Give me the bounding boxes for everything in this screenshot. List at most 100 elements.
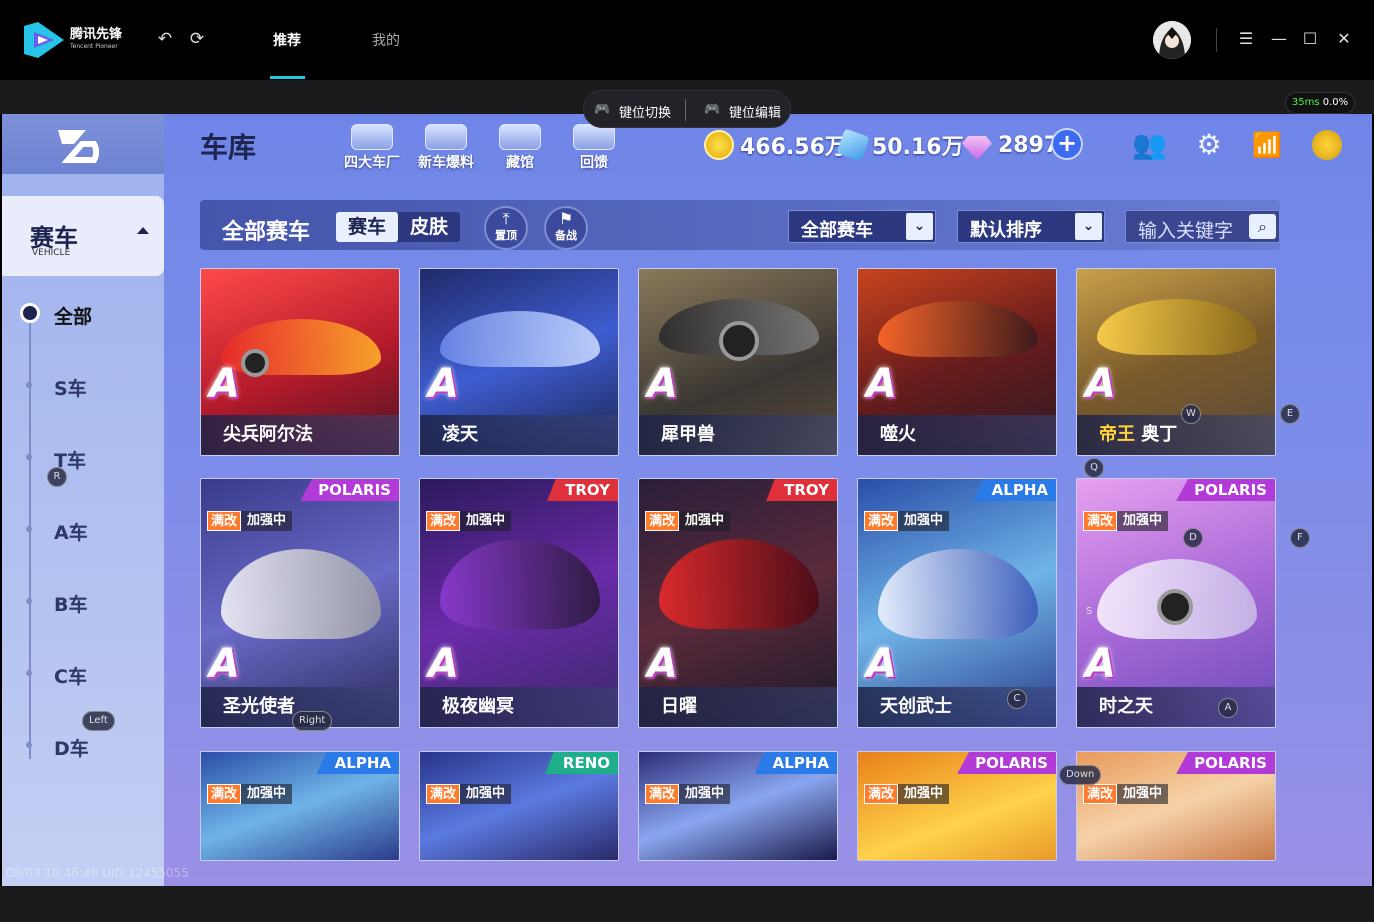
car-name: 天创武士: [880, 696, 952, 717]
keyhint-left[interactable]: Left: [82, 711, 115, 731]
title-separator: [1216, 28, 1217, 52]
car-card[interactable]: A 帝王 奥丁: [1076, 268, 1276, 456]
uid-watermark: 08/03 18:46:46 UID:12455055: [6, 866, 189, 880]
car-card[interactable]: ALPHA 满改 加强中: [200, 751, 400, 861]
status-tag: 满改 加强中: [207, 511, 293, 531]
nav-new-car-news[interactable]: 新车爆料: [410, 124, 482, 172]
car-card[interactable]: ALPHA 满改 加强中 A 天创武士: [857, 478, 1057, 728]
timeline-dot: [26, 742, 32, 748]
search-field[interactable]: 输入关键字 ⌕: [1125, 210, 1280, 243]
wifi-signal-icon: 📶: [1252, 131, 1282, 159]
minimize-icon[interactable]: —: [1268, 28, 1290, 50]
close-icon[interactable]: ✕: [1333, 28, 1355, 50]
sort-dropdown[interactable]: 默认排序 ⌄: [957, 210, 1105, 243]
status-tag: 满改 加强中: [864, 511, 950, 531]
sidebar-item-all[interactable]: 全部: [54, 302, 92, 329]
game-assistant-icon[interactable]: [1312, 130, 1342, 160]
segment-cars[interactable]: 赛车: [336, 212, 398, 242]
nav-rewards[interactable]: 回馈: [558, 124, 630, 172]
brand-badge: ALPHA: [316, 752, 399, 774]
ready-battle-button[interactable]: ⚑ 备战: [544, 206, 588, 250]
diamond-icon: [962, 136, 992, 160]
recharge-button[interactable]: +: [1051, 128, 1083, 160]
filter-title: 全部赛车: [222, 220, 311, 245]
car-card[interactable]: TROY 满改 加强中 A 极夜幽冥: [419, 478, 619, 728]
search-icon[interactable]: ⌕: [1249, 214, 1276, 239]
sidebar-item-b[interactable]: B车: [54, 590, 87, 617]
car-name: 噬火: [880, 424, 916, 445]
user-avatar[interactable]: [1153, 21, 1191, 59]
keymap-toolbar: 🎮 键位切换 🎮 键位编辑: [583, 90, 791, 128]
car-card[interactable]: RENO 满改 加强中: [419, 751, 619, 861]
game-logo-panel: [2, 114, 164, 174]
car-card[interactable]: A 噬火: [857, 268, 1057, 456]
keyhint-q[interactable]: Q: [1084, 458, 1104, 478]
nav-four-factories[interactable]: 四大车厂: [336, 124, 408, 172]
car-card[interactable]: A 尖兵阿尔法: [200, 268, 400, 456]
keymap-edit-button[interactable]: 键位编辑: [729, 102, 781, 121]
chevron-down-icon: ⌄: [906, 213, 933, 240]
sidebar-item-d[interactable]: D车: [54, 734, 89, 761]
diamonds-display: 2897: [962, 129, 1059, 161]
maximize-icon[interactable]: ☐: [1299, 28, 1321, 50]
nav-collection[interactable]: 藏馆: [484, 124, 556, 172]
menu-icon[interactable]: ☰: [1235, 28, 1257, 50]
settings-gear-icon[interactable]: ⚙: [1192, 128, 1226, 162]
friends-mail-icon[interactable]: 👥: [1132, 128, 1167, 162]
tab-mine[interactable]: 我的: [372, 30, 400, 50]
brand-badge: TROY: [766, 479, 837, 501]
status-tag: 满改 加强中: [645, 784, 731, 804]
brand-badge: POLARIS: [300, 479, 399, 501]
car-card[interactable]: ALPHA 满改 加强中: [638, 751, 838, 861]
collapse-caret-icon[interactable]: [137, 227, 149, 234]
coins-display: 466.56万: [704, 129, 847, 161]
car-card[interactable]: POLARIS 满改 加强中 A 圣光使者: [200, 478, 400, 728]
status-tag: 满改 加强中: [864, 784, 950, 804]
brand-badge: RENO: [544, 752, 618, 774]
keyhint-a[interactable]: A: [1218, 698, 1238, 718]
keyhint-right[interactable]: Right: [292, 711, 333, 731]
car-type-dropdown[interactable]: 全部赛车 ⌄: [788, 210, 936, 243]
keyhint-r[interactable]: R: [47, 467, 67, 487]
new-badge-icon: [425, 124, 467, 150]
keymap-switch-button[interactable]: 键位切换: [619, 102, 671, 121]
brand-badge: ALPHA: [973, 479, 1056, 501]
sidebar-item-a[interactable]: A车: [54, 518, 88, 545]
search-placeholder: 输入关键字: [1138, 220, 1234, 242]
keyhint-e[interactable]: E: [1280, 404, 1300, 424]
gamepad-icon: 🎮: [704, 102, 721, 117]
refresh-icon[interactable]: ⟳: [188, 30, 206, 48]
category-vehicle[interactable]: [2, 196, 164, 276]
car-card[interactable]: A 犀甲兽: [638, 268, 838, 456]
segment-skins[interactable]: 皮肤: [398, 212, 460, 242]
category-subtitle: VEHICLE: [32, 248, 71, 258]
car-card[interactable]: POLARIS 满改 加强中: [1076, 751, 1276, 861]
sidebar-item-s[interactable]: S车: [54, 374, 87, 401]
keyhint-w[interactable]: W: [1181, 404, 1201, 424]
car-card[interactable]: POLARIS 满改 加强中: [857, 751, 1057, 861]
keyhint-f[interactable]: F: [1290, 528, 1310, 548]
garage-car-icon: [499, 124, 541, 150]
car-card[interactable]: POLARIS 满改 加强中 A 时之天: [1076, 478, 1276, 728]
car-name: 日曜: [661, 696, 697, 717]
network-status: 35ms 0.0%: [1285, 92, 1355, 114]
keyhint-d[interactable]: D: [1183, 528, 1203, 548]
pin-top-button[interactable]: ⤒ 置顶: [484, 206, 528, 250]
page-title: 车库: [200, 131, 257, 164]
keymap-separator: [685, 99, 686, 121]
undo-icon[interactable]: ↶: [156, 30, 174, 48]
brand-badge: TROY: [547, 479, 618, 501]
brand-badge: POLARIS: [1176, 752, 1275, 774]
sidebar-item-c[interactable]: C车: [54, 662, 87, 689]
keyhint-s[interactable]: S: [1079, 603, 1099, 623]
flag-icon: ⚑: [558, 209, 574, 228]
car-card[interactable]: TROY 满改 加强中 A 日曜: [638, 478, 838, 728]
keyhint-down[interactable]: Down: [1059, 765, 1102, 785]
brand-badge: ALPHA: [754, 752, 837, 774]
status-tag: 满改 加强中: [1083, 511, 1169, 531]
timeline-dot: [26, 598, 32, 604]
tab-recommend[interactable]: 推荐: [273, 30, 301, 50]
keyhint-c[interactable]: C: [1007, 689, 1027, 709]
car-card[interactable]: A 凌天: [419, 268, 619, 456]
app-subname: Tencent Pioneer: [70, 43, 118, 50]
